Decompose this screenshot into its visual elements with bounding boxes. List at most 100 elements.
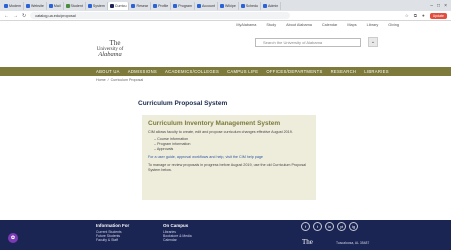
tab-favicon-icon (65, 3, 70, 8)
tab-label: Website (30, 3, 44, 8)
window-control-button[interactable]: – (430, 3, 433, 9)
main-nav-item[interactable]: LIBRARIES (364, 69, 389, 74)
tab-label: Student (70, 3, 83, 8)
back-icon[interactable]: ← (4, 13, 9, 19)
feature-list: – Course information – Program informatio… (154, 137, 310, 152)
browser-tab[interactable]: Curricu (107, 1, 130, 10)
breadcrumb-current: Curriculum Proposal (110, 78, 144, 82)
utility-nav-link[interactable]: Maps (347, 23, 356, 27)
tab-label: Mail (53, 3, 61, 8)
feature-list-item: – Approvals (154, 147, 174, 151)
logo-line1: The (109, 39, 121, 47)
browser-tab[interactable]: Profile (151, 1, 172, 10)
box-intro: CIM allows faculty to create, edit and p… (148, 130, 293, 134)
tab-favicon-icon (220, 3, 225, 8)
window-control-button[interactable]: × (444, 3, 447, 9)
tab-label: Admin (268, 3, 279, 8)
tab-label: Program (178, 3, 193, 8)
breadcrumb-home[interactable]: Home (96, 78, 106, 83)
breadcrumb-separator: / (107, 78, 109, 82)
browser-tab[interactable]: Website (24, 1, 47, 10)
star-icon[interactable]: ☆ (405, 13, 409, 19)
utility-nav: MyAlabama Study About Alabama Calendar Maps L… (0, 22, 451, 28)
help-link[interactable]: For a user guide, approval workflows and… (148, 155, 310, 160)
window-controls: – □ × (430, 3, 451, 9)
main-nav-item[interactable]: ADMISSIONS (128, 69, 157, 74)
facebook-icon[interactable]: f (301, 222, 310, 231)
reload-icon[interactable]: ↻ (22, 13, 26, 19)
tab-favicon-icon (109, 3, 114, 8)
tab-favicon-icon (131, 3, 136, 8)
browser-tab[interactable]: Modem (2, 1, 24, 10)
tab-favicon-icon (25, 3, 30, 8)
box-title: Curriculum Inventory Management System (148, 120, 281, 127)
youtube-icon[interactable]: yt (337, 222, 346, 231)
tab-label: Profile (158, 3, 169, 8)
tab-label: Curricu (114, 3, 127, 8)
social-links: f t in yt ig (301, 222, 358, 231)
utility-nav-link[interactable]: About Alabama (286, 23, 312, 27)
footer-link[interactable]: Faculty & Staff (96, 238, 122, 242)
browser-tab[interactable]: Schedu (239, 1, 262, 10)
tab-favicon-icon (197, 3, 202, 8)
footer (0, 236, 451, 250)
search-input[interactable]: Search the University of Alabama (255, 38, 361, 47)
footer-campus-list: Libraries Bookstore & Media Calendar (163, 230, 192, 242)
profile-icon[interactable]: ● (422, 13, 425, 18)
browser-tab[interactable]: Program (171, 1, 196, 10)
tab-label: Wikipe (225, 3, 236, 8)
utility-nav-link[interactable]: Giving (388, 23, 399, 27)
browser-tab[interactable]: Mail (47, 1, 64, 10)
extensions-icon[interactable]: ⧉ (414, 13, 417, 18)
browser-tab[interactable]: Account (195, 1, 219, 10)
main-nav-item[interactable]: CAMPUS LIFE (227, 69, 258, 74)
url-field[interactable]: catalog.ua.edu/proposal (30, 12, 291, 19)
linkedin-icon[interactable]: in (325, 222, 334, 231)
tab-favicon-icon (173, 3, 178, 8)
browser-tab[interactable]: Student (64, 1, 86, 10)
search-dropdown-button[interactable]: ⌄ (368, 37, 378, 47)
update-button[interactable]: Update (429, 12, 447, 19)
footer-background (0, 220, 451, 236)
tab-label: Schedu (245, 3, 259, 8)
twitter-icon[interactable]: t (313, 222, 322, 231)
browser-tab[interactable]: Resear (129, 1, 152, 10)
browser-tab[interactable]: Admin (261, 1, 282, 10)
tab-label: Modem (9, 3, 21, 8)
footer-info-heading: Information For (96, 223, 130, 228)
address-bar: ← → ↻ catalog.ua.edu/proposal ☆ ⧉ ● Upda… (0, 11, 451, 21)
university-logo[interactable]: The University of Alabama (90, 40, 130, 62)
tab-label: Resear (136, 3, 149, 8)
footer-address: Tuscaloosa, AL 35487 (336, 241, 370, 245)
chat-badge-icon[interactable]: ✿ (8, 233, 18, 243)
box-note: To manage or review proposals in progres… (148, 163, 307, 172)
footer-campus-heading: On Campus (163, 223, 189, 228)
instagram-icon[interactable]: ig (349, 222, 358, 231)
logo-line3: Alabama (98, 51, 122, 58)
footer-logo[interactable]: The (302, 238, 313, 246)
utility-nav-link[interactable]: Study (266, 23, 276, 27)
main-nav: ABOUT UA ADMISSIONS ACADEMICS/COLLEGES CAMP… (0, 67, 451, 76)
tab-favicon-icon (153, 3, 158, 8)
tab-favicon-icon (48, 3, 53, 8)
footer-link[interactable]: Calendar (163, 238, 192, 242)
info-box: Curriculum Inventory Management System C… (142, 115, 316, 200)
browser-tab[interactable]: Wikipe (218, 1, 239, 10)
browser-tab[interactable]: System (86, 1, 108, 10)
forward-icon[interactable]: → (13, 13, 18, 19)
main-nav-item[interactable]: ACADEMICS/COLLEGES (165, 69, 219, 74)
main-nav-item[interactable]: OFFICES/DEPARTMENTS (266, 69, 322, 74)
tab-label: System (92, 3, 105, 8)
utility-nav-link[interactable]: MyAlabama (236, 23, 256, 27)
main-nav-item[interactable]: ABOUT UA (96, 69, 120, 74)
tab-favicon-icon (4, 3, 8, 8)
footer-info-list: Current Students Future Students Faculty &… (96, 230, 122, 242)
page-title: Curriculum Proposal System (138, 100, 228, 107)
utility-nav-link[interactable]: Calendar (322, 23, 337, 27)
window-control-button[interactable]: □ (437, 3, 440, 9)
utility-nav-link[interactable]: Library (367, 23, 379, 27)
main-nav-item[interactable]: RESEARCH (331, 69, 357, 74)
tab-favicon-icon (263, 3, 268, 8)
tab-favicon-icon (240, 3, 245, 8)
breadcrumb: Home / Curriculum Proposal (96, 78, 143, 83)
